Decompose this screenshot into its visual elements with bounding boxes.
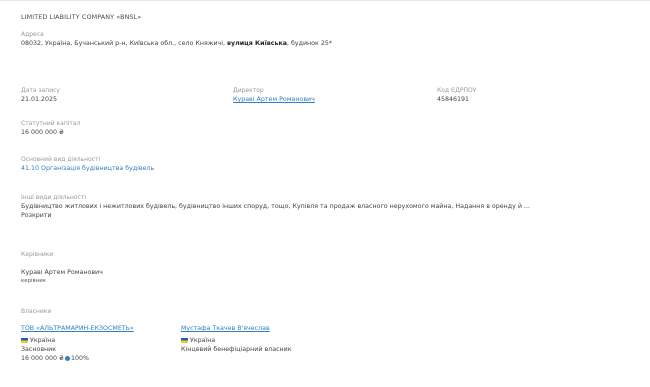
share-dot-icon bbox=[64, 355, 70, 361]
registration-date: 21.01.2025 bbox=[21, 96, 58, 103]
owner-2-country-label: Україна bbox=[190, 337, 216, 344]
main-activity-section: Основний вид діяльності 41.10 Організаці… bbox=[21, 155, 154, 173]
other-activity-label: Інші види діяльності bbox=[21, 194, 86, 201]
director-label: Директор bbox=[233, 87, 264, 94]
owners-label-wrap: Власники bbox=[21, 307, 51, 316]
owner-1-percent: 100% bbox=[70, 355, 89, 362]
registration-date-section: Дата запису 21.01.2025 bbox=[21, 86, 60, 104]
code-value: 45846191 bbox=[437, 96, 470, 103]
managers-section: Керівники Кураві Артем Романович керівни… bbox=[21, 250, 103, 285]
owner-2-role: Кінцевий бенефіціарний власник bbox=[181, 346, 292, 353]
director-section: Директор Кураві Артем Романович bbox=[233, 86, 315, 104]
owner-card-2: Мустафа Ткачев В'ячеслав Україна Кінцеви… bbox=[181, 324, 292, 354]
other-activity-section: Інші види діяльності Будівництво житлови… bbox=[21, 193, 633, 220]
address-prefix: 08032, Україна, Бучанський р-н, Київська… bbox=[21, 40, 228, 47]
owners-label: Власники bbox=[21, 308, 52, 315]
owner-1-country: Україна bbox=[21, 336, 134, 345]
company-card: LIMITED LIABILITY COMPANY «BNSL» Адреса … bbox=[0, 0, 650, 387]
code-label: Код ЄДРПОУ bbox=[437, 87, 477, 94]
owner-card-1: ТОВ «АЛЬТРАМАРИН-ЕКЗОСМЕТЬ» Україна Засн… bbox=[21, 324, 134, 363]
capital-value: 16 000 000 ₴ bbox=[21, 129, 64, 136]
address-suffix: , будинок 25* bbox=[286, 40, 332, 47]
address-label: Адреса bbox=[21, 31, 44, 38]
other-activity-value: Будівництво житлових і нежитлових будіве… bbox=[21, 203, 530, 210]
capital-section: Статутний капітал 16 000 000 ₴ bbox=[21, 119, 80, 137]
capital-label: Статутний капітал bbox=[21, 120, 81, 127]
registration-date-label: Дата запису bbox=[21, 87, 60, 94]
director-link[interactable]: Кураві Артем Романович bbox=[233, 95, 315, 104]
address-section: Адреса 08032, Україна, Бучанський р-н, К… bbox=[21, 30, 332, 48]
address-value: 08032, Україна, Бучанський р-н, Київська… bbox=[21, 39, 332, 48]
expand-button[interactable]: Розкрити bbox=[21, 211, 633, 220]
owner-1-link[interactable]: ТОВ «АЛЬТРАМАРИН-ЕКЗОСМЕТЬ» bbox=[21, 324, 134, 333]
owner-2-country: Україна bbox=[181, 336, 292, 345]
owner-1-country-label: Україна bbox=[30, 337, 56, 344]
manager-name: Кураві Артем Романович bbox=[21, 269, 103, 276]
company-name: LIMITED LIABILITY COMPANY «BNSL» bbox=[21, 13, 142, 21]
owner-1-role: Засновник bbox=[21, 346, 57, 353]
ukraine-flag-icon bbox=[181, 337, 188, 343]
manager-role: керівник bbox=[21, 278, 46, 284]
owner-2-link[interactable]: Мустафа Ткачев В'ячеслав bbox=[181, 324, 292, 333]
managers-label: Керівники bbox=[21, 251, 54, 258]
address-street: вулиця Київська bbox=[227, 40, 287, 47]
owner-1-share-value: 16 000 000 ₴ bbox=[21, 355, 64, 362]
ukraine-flag-icon bbox=[21, 337, 28, 343]
owner-1-share: 16 000 000 ₴ 100% bbox=[21, 354, 134, 363]
main-activity-label: Основний вид діяльності bbox=[21, 156, 101, 163]
code-section: Код ЄДРПОУ 45846191 bbox=[437, 86, 476, 104]
main-activity-link[interactable]: 41.10 Організація будівництва будівель bbox=[21, 164, 154, 173]
